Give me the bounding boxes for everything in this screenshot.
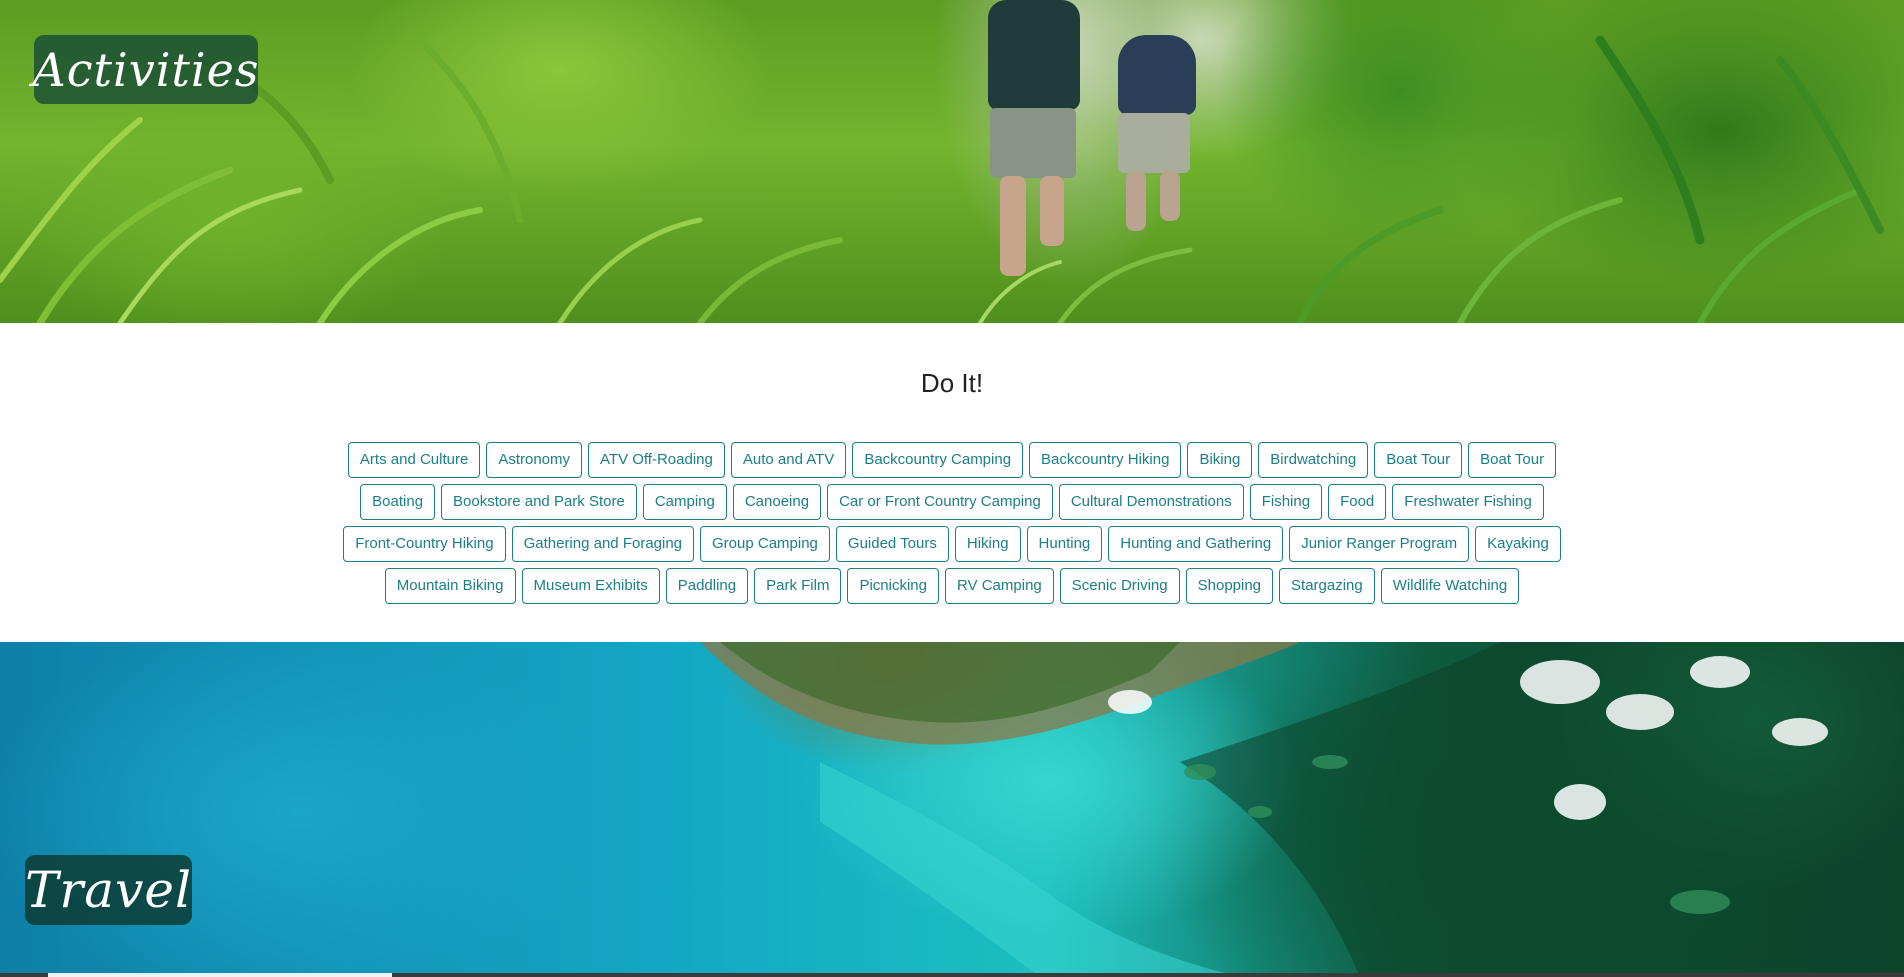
coastline-satellite-texture [700,642,1904,977]
activity-tag-button[interactable]: Junior Ranger Program [1289,526,1470,562]
activity-tag-button[interactable]: Bookstore and Park Store [441,484,637,520]
activity-tag-button[interactable]: Auto and ATV [730,442,847,478]
activity-tag-button[interactable]: Astronomy [486,442,583,478]
activity-tag-button[interactable]: Fishing [1249,484,1323,520]
hiker-figure-2 [1110,35,1202,245]
travel-title: Travel [25,855,192,925]
do-it-heading: Do It! [920,368,984,398]
activity-tag-button[interactable]: Boat Tour [1374,442,1463,478]
activity-tag-button[interactable]: Boat Tour [1468,442,1557,478]
activity-tag-button[interactable]: Hunting and Gathering [1108,526,1284,562]
activity-tag-button[interactable]: Paddling [665,568,749,604]
activities-title: Activities [33,35,258,104]
activity-tag-button[interactable]: Group Camping [700,526,830,562]
activity-tag-button[interactable]: Freshwater Fishing [1392,484,1544,520]
activity-tag-button[interactable]: Stargazing [1279,568,1375,604]
activity-tag-button[interactable]: Hunting [1026,526,1103,562]
activity-tag-button[interactable]: Camping [642,484,727,520]
activity-tag-button[interactable]: Wildlife Watching [1380,568,1520,604]
activity-tag-button[interactable]: Gathering and Foraging [511,526,695,562]
scrollbar-thumb[interactable] [48,973,392,977]
activity-tag-button[interactable]: Picnicking [847,568,939,604]
activity-tag-button[interactable]: Boating [360,484,436,520]
activity-tag-button[interactable]: Car or Front Country Camping [827,484,1053,520]
activity-tag-button[interactable]: Backcountry Hiking [1029,442,1182,478]
activity-tag-button[interactable]: Park Film [754,568,842,604]
activity-tag-button[interactable]: Cultural Demonstrations [1058,484,1244,520]
activity-tag-button[interactable]: Canoeing [732,484,822,520]
travel-hero-image: Travel [0,642,1904,977]
activity-tag-button[interactable]: Backcountry Camping [852,442,1024,478]
page: Activities Do It! Arts and Culture Astro… [0,0,1904,977]
activity-tag-button[interactable]: Guided Tours [835,526,949,562]
activity-tag-button[interactable]: Hiking [954,526,1021,562]
activity-tag-button[interactable]: Mountain Biking [384,568,516,604]
grass-foliage [0,35,1884,323]
activity-tag-button[interactable]: Kayaking [1475,526,1561,562]
activity-tag-button[interactable]: Museum Exhibits [521,568,660,604]
activity-tag-button[interactable]: Front-Country Hiking [343,526,506,562]
activity-tag-button[interactable]: ATV Off-Roading [588,442,725,478]
activity-tag-button[interactable]: Shopping [1185,568,1274,604]
activity-tag-button[interactable]: Food [1328,484,1387,520]
do-it-section: Do It! Arts and Culture Astronomy ATV Of… [0,323,1904,642]
activity-tag-button[interactable]: RV Camping [944,568,1054,604]
activity-tag-button[interactable]: Arts and Culture [347,442,481,478]
hiker-figure-1 [980,0,1090,290]
activity-tag-button[interactable]: Scenic Driving [1059,568,1180,604]
activity-tag-button[interactable]: Biking [1187,442,1253,478]
activity-tag-list: Arts and Culture Astronomy ATV Off-Roadi… [330,442,1574,604]
activities-hero-image: Activities [0,0,1904,323]
activity-tag-button[interactable]: Birdwatching [1258,442,1369,478]
